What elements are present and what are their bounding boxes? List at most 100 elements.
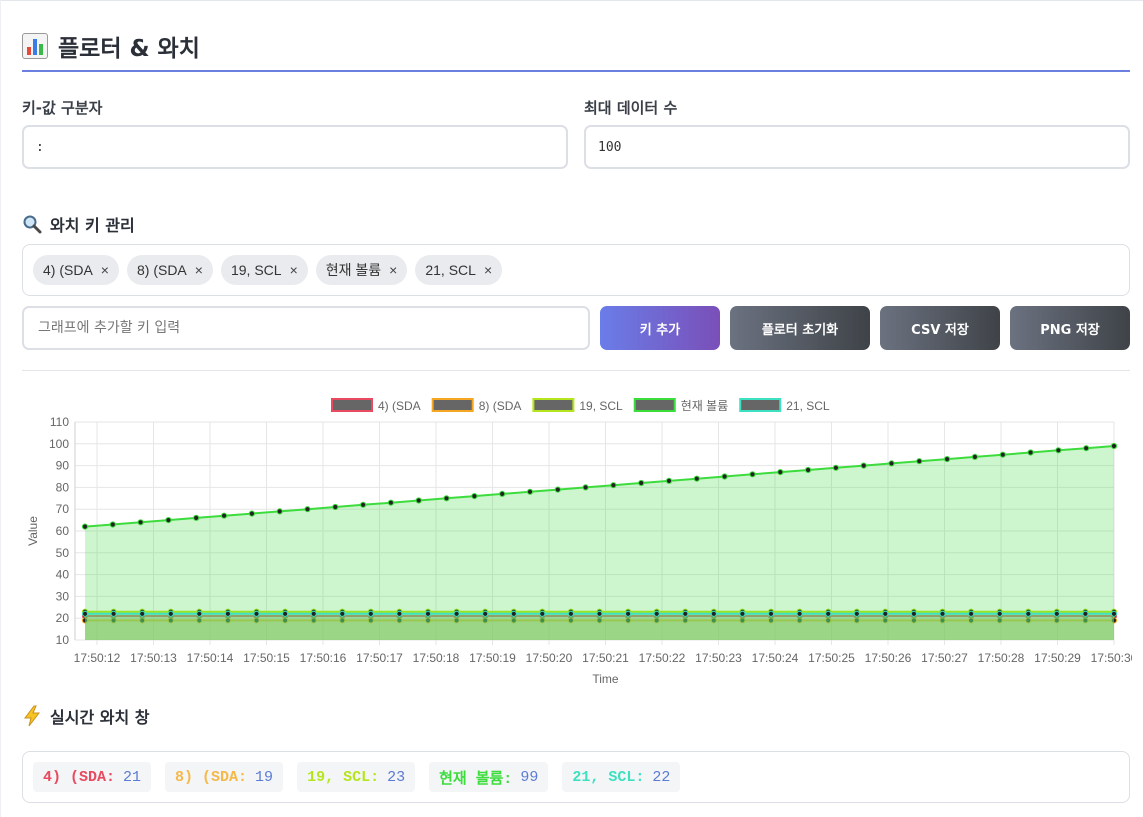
data-point: [910, 610, 918, 617]
watch-key-tag[interactable]: 8) (SDA ×: [126, 255, 213, 285]
data-point: [999, 451, 1006, 458]
data-point: [610, 482, 617, 489]
watch-item-value: 22: [652, 768, 671, 786]
remove-tag-icon[interactable]: ×: [389, 262, 397, 278]
data-point: [721, 473, 728, 480]
data-point: [916, 458, 923, 465]
add-key-button[interactable]: 키 추가: [600, 306, 720, 350]
x-tick-label: 17:50:26: [865, 651, 912, 665]
x-tick-label: 17:50:29: [1034, 651, 1081, 665]
data-point: [853, 610, 860, 617]
legend-label: 4) (SDA: [378, 399, 421, 413]
legend-swatch: [431, 398, 474, 412]
watch-keys-heading-text: 와치 키 관리: [50, 216, 135, 235]
remove-tag-icon[interactable]: ×: [195, 262, 203, 278]
data-point: [310, 610, 317, 617]
x-tick-label: 17:50:19: [469, 651, 516, 665]
x-tick-label: 17:50:30: [1091, 651, 1132, 665]
y-tick-label: 110: [50, 415, 69, 429]
data-point: [304, 506, 311, 513]
data-point: [939, 610, 946, 617]
data-point: [968, 610, 975, 617]
y-tick-label: 50: [56, 546, 70, 560]
page-title: 플로터 & 와치: [58, 36, 200, 62]
y-tick-label: 70: [56, 502, 70, 516]
data-point: [971, 453, 979, 461]
data-point: [282, 610, 289, 617]
app-header: 플로터 & 와치: [22, 30, 200, 62]
watch-keys-heading: 와치 키 관리: [22, 212, 135, 236]
x-tick-label: 17:50:24: [752, 651, 799, 665]
save-csv-button[interactable]: CSV 저장: [880, 306, 1000, 350]
reset-plotter-button[interactable]: 플로터 초기화: [730, 306, 870, 350]
legend-swatch: [633, 398, 676, 412]
data-point: [1082, 610, 1089, 617]
title-divider: [22, 70, 1130, 72]
y-tick-label: 40: [56, 568, 70, 582]
x-axis-label: Time: [592, 672, 619, 686]
data-point: [1083, 445, 1090, 452]
data-point: [1110, 610, 1118, 617]
data-point: [415, 497, 422, 504]
legend-label: 19, SCL: [579, 399, 623, 413]
watch-key-tag[interactable]: 21, SCL ×: [415, 255, 503, 285]
watch-item-value: 23: [387, 768, 406, 786]
plot-chart: 10 20 30 40 50 60 70 80 90 100 110 17:50:12 17:50:13…: [22, 390, 1138, 690]
max-data-input[interactable]: [584, 125, 1130, 169]
data-point: [693, 475, 700, 482]
lightning-icon: [24, 705, 41, 727]
data-point: [110, 610, 117, 617]
y-tick-label: 90: [56, 459, 70, 473]
data-point: [554, 486, 561, 493]
data-point: [167, 610, 174, 617]
remove-tag-icon[interactable]: ×: [101, 262, 109, 278]
watch-item-key: 현재 볼륨:: [439, 770, 513, 788]
data-point: [499, 490, 506, 498]
data-point: [443, 495, 450, 502]
watch-item: 8) (SDA: 19: [165, 762, 284, 792]
legend-swatch: [532, 398, 575, 412]
legend-label: 8) (SDA: [479, 399, 522, 413]
legend-label: 21, SCL: [786, 399, 830, 413]
y-tick-label: 30: [56, 589, 70, 603]
data-point: [339, 610, 346, 617]
line-chart: 10 20 30 40 50 60 70 80 90 100 110 17:50:12 17:50:13…: [26, 398, 1138, 686]
data-point: [387, 499, 394, 506]
save-png-button[interactable]: PNG 저장: [1010, 306, 1130, 350]
tag-label: 8) (SDA: [136, 262, 187, 278]
remove-tag-icon[interactable]: ×: [484, 262, 492, 278]
remove-tag-icon[interactable]: ×: [290, 262, 298, 278]
x-tick-label: 17:50:17: [356, 651, 403, 665]
data-point: [453, 610, 460, 617]
data-point: [137, 519, 144, 526]
data-point: [860, 462, 867, 469]
data-point: [139, 610, 146, 617]
watch-key-tag[interactable]: 현재 볼륨 ×: [315, 255, 408, 285]
data-point: [539, 610, 546, 617]
separator-input[interactable]: [22, 125, 568, 169]
data-point: [253, 610, 260, 617]
tag-label: 21, SCL: [425, 262, 476, 278]
watch-key-tag[interactable]: 19, SCL ×: [220, 255, 308, 285]
data-point: [767, 610, 775, 617]
data-point: [482, 610, 489, 617]
data-point: [832, 464, 840, 471]
live-watch-panel: 4) (SDA: 21 8) (SDA: 19 19, SCL: 23 현재 볼…: [22, 751, 1130, 803]
x-tick-label: 17:50:20: [526, 651, 573, 665]
watch-key-tag[interactable]: 4) (SDA ×: [33, 255, 119, 285]
tag-label: 현재 볼륨: [325, 262, 382, 278]
x-tick-label: 17:50:23: [695, 651, 742, 665]
data-point: [596, 610, 603, 617]
data-point: [944, 456, 951, 463]
bar-chart-icon: [22, 33, 48, 59]
data-point: [81, 523, 89, 530]
data-point: [777, 469, 784, 476]
data-point: [996, 610, 1003, 617]
x-tick-label: 17:50:21: [582, 651, 629, 665]
data-point: [81, 610, 89, 617]
data-point: [332, 503, 339, 511]
new-key-input[interactable]: [22, 306, 590, 350]
live-watch-heading-text: 실시간 와치 창: [50, 708, 150, 727]
x-tick-label: 17:50:13: [130, 651, 177, 665]
watch-item-value: 21: [123, 768, 142, 786]
